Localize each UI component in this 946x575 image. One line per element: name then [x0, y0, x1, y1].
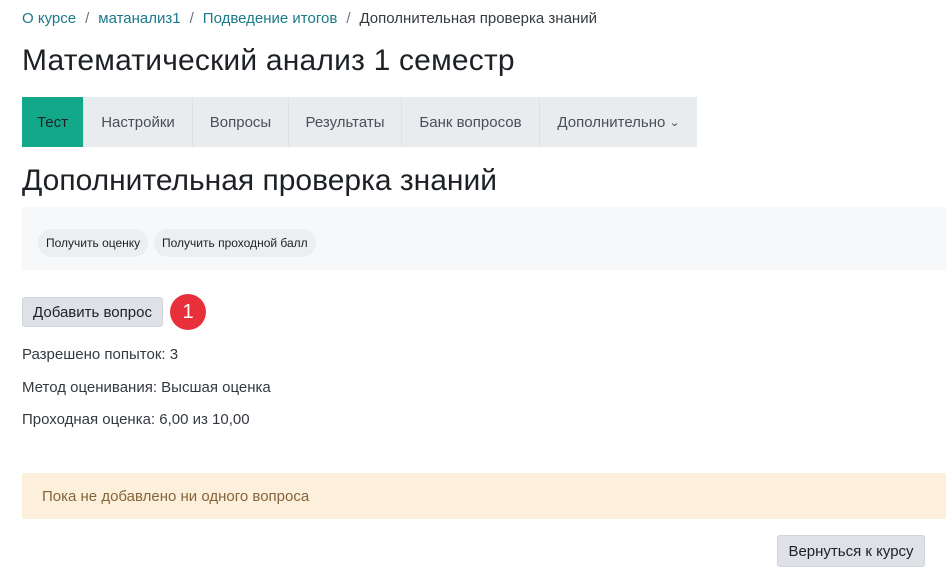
tab-quiz[interactable]: Тест: [22, 97, 84, 147]
breadcrumb-link-course-info[interactable]: О курсе: [22, 9, 76, 29]
tab-label: Вопросы: [209, 113, 272, 131]
tab-results[interactable]: Результаты: [289, 97, 402, 147]
get-pass-grade-button[interactable]: Получить проходной балл: [154, 229, 316, 257]
pass-grade-text: Проходная оценка: 6,00 из 10,00: [22, 411, 250, 428]
breadcrumb-separator: /: [346, 10, 351, 27]
step-number-badge: 1: [170, 294, 206, 330]
breadcrumb-separator: /: [85, 10, 90, 27]
breadcrumb-link-section[interactable]: Подведение итогов: [203, 9, 338, 29]
tab-label: Тест: [36, 113, 69, 131]
breadcrumb: О курсе / матанализ1 / Подведение итогов…: [22, 9, 597, 29]
back-to-course-button[interactable]: Вернуться к курсу: [777, 535, 925, 567]
chevron-down-icon: ⌄: [669, 116, 681, 129]
breadcrumb-link-course[interactable]: матанализ1: [98, 9, 180, 29]
attempts-allowed-text: Разрешено попыток: 3: [22, 346, 179, 363]
add-question-button[interactable]: Добавить вопрос: [22, 297, 163, 327]
grade-actions-panel: Получить оценку Получить проходной балл: [22, 207, 946, 270]
tab-label: Дополнительно: [557, 113, 666, 131]
tab-label: Настройки: [101, 113, 175, 131]
tab-questions[interactable]: Вопросы: [193, 97, 289, 147]
get-grade-button[interactable]: Получить оценку: [38, 229, 149, 257]
tab-label: Результаты: [305, 113, 385, 131]
tab-label: Банк вопросов: [419, 113, 522, 131]
secondary-navigation-tabs: Тест Настройки Вопросы Результаты Банк в…: [22, 97, 697, 147]
alert-text: Пока не добавлено ни одного вопроса: [42, 487, 310, 505]
tab-settings[interactable]: Настройки: [84, 97, 193, 147]
breadcrumb-current: Дополнительная проверка знаний: [359, 10, 597, 27]
tab-question-bank[interactable]: Банк вопросов: [402, 97, 540, 147]
quiz-title: Дополнительная проверка знаний: [22, 164, 497, 197]
tab-more[interactable]: Дополнительно ⌄: [540, 97, 697, 147]
page: О курсе / матанализ1 / Подведение итогов…: [0, 0, 946, 575]
no-questions-alert: Пока не добавлено ни одного вопроса: [22, 473, 946, 519]
breadcrumb-separator: /: [189, 10, 194, 27]
page-title: Математический анализ 1 семестр: [22, 44, 515, 77]
grading-method-text: Метод оценивания: Высшая оценка: [22, 379, 271, 396]
